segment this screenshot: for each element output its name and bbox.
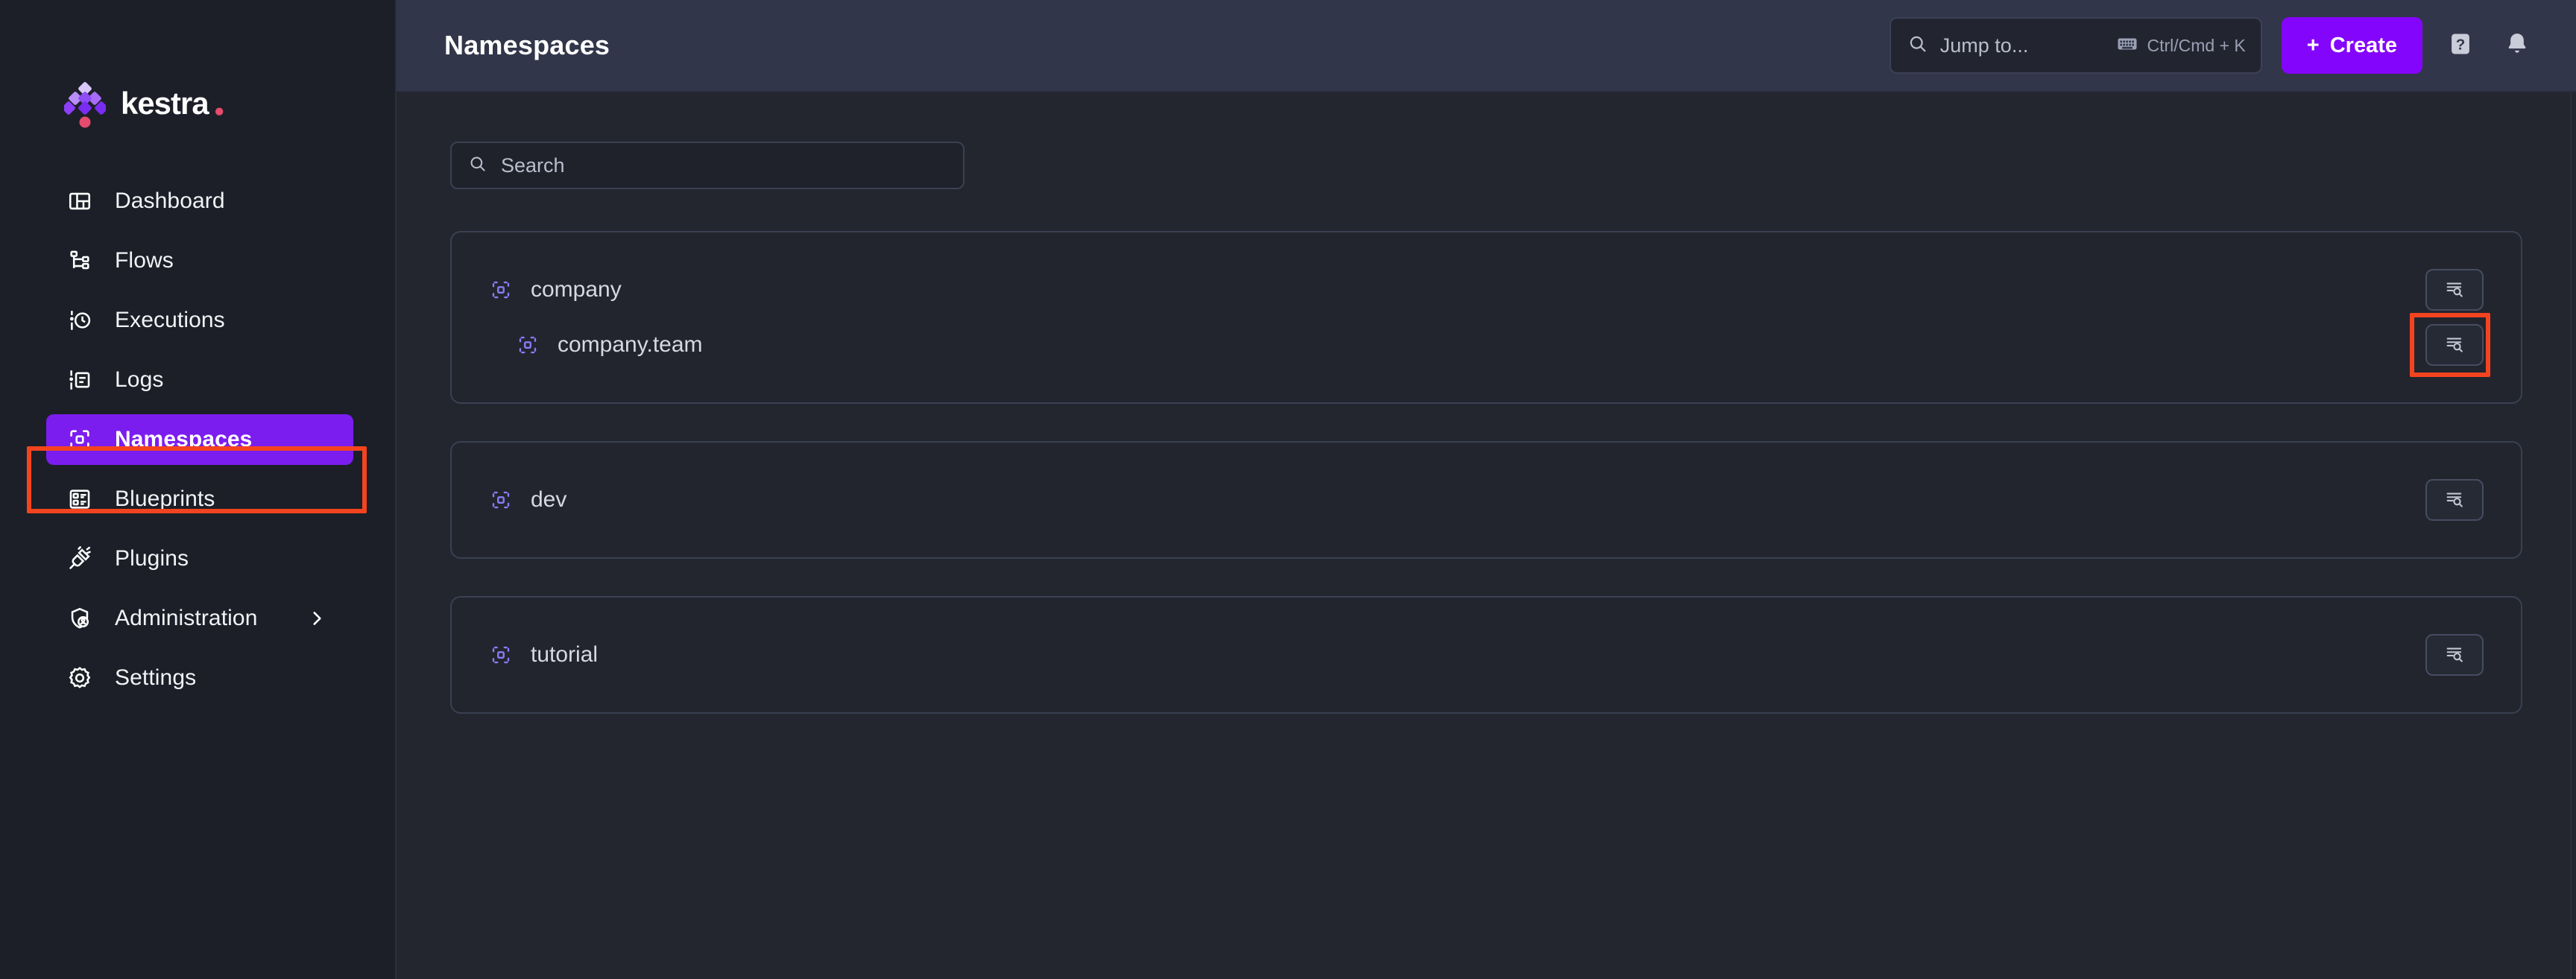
sidebar-item-blueprints[interactable]: Blueprints [46, 474, 353, 525]
sidebar: kestra Dashboard Flows Executions Logs N… [0, 0, 397, 979]
sidebar-item-namespaces[interactable]: Namespaces [46, 414, 353, 465]
kestra-diamond-logo-icon [62, 82, 108, 128]
namespaces-icon [64, 424, 95, 455]
namespace-icon [514, 332, 541, 358]
sidebar-nav: Dashboard Flows Executions Logs Namespac… [0, 171, 395, 708]
namespace-card: dev [450, 441, 2522, 559]
search-icon [468, 154, 487, 177]
plus-icon: + [2306, 33, 2320, 57]
executions-icon [64, 305, 95, 336]
list-search-icon [2444, 278, 2465, 302]
shortcut-hint: Ctrl/Cmd + K [2116, 33, 2246, 59]
sidebar-item-label: Flows [115, 248, 174, 273]
help-question-icon: ? [2446, 30, 2475, 62]
bell-icon [2503, 30, 2531, 62]
namespace-label: company [531, 277, 622, 302]
sidebar-item-label: Logs [115, 367, 164, 392]
namespace-row[interactable]: tutorial [452, 627, 2521, 682]
logs-icon [64, 364, 95, 396]
sidebar-item-label: Settings [115, 665, 197, 690]
notifications-button[interactable] [2498, 27, 2536, 64]
namespace-label: dev [531, 487, 567, 512]
header-actions: Jump to... Ctrl/Cmd + K + Create ? [1889, 17, 2536, 74]
sidebar-item-dashboard[interactable]: Dashboard [46, 176, 353, 226]
sidebar-item-administration[interactable]: Administration [46, 593, 353, 644]
top-header: Namespaces Jump to... Ctrl/Cmd + K + Cre… [397, 0, 2576, 92]
sidebar-item-plugins[interactable]: Plugins [46, 533, 353, 584]
flows-icon [64, 245, 95, 276]
sidebar-item-label: Administration [115, 606, 258, 630]
keyboard-icon [2116, 33, 2138, 59]
brand-wordmark: kestra [121, 86, 270, 122]
administration-icon [64, 603, 95, 634]
namespace-action-button[interactable] [2425, 479, 2484, 521]
namespace-row[interactable]: company [452, 262, 2521, 317]
namespace-row-left: dev [452, 487, 566, 513]
chevron-right-icon[interactable] [307, 609, 326, 628]
namespace-row-left: company [452, 276, 622, 303]
sidebar-item-executions[interactable]: Executions [46, 295, 353, 346]
list-search-icon [2444, 333, 2465, 358]
sidebar-item-label: Namespaces [115, 427, 253, 452]
sidebar-item-label: Dashboard [115, 188, 225, 213]
namespace-label: company.team [558, 332, 703, 357]
create-button[interactable]: + Create [2281, 17, 2422, 74]
sidebar-item-label: Plugins [115, 546, 189, 571]
namespace-card: tutorial [450, 596, 2522, 714]
search-placeholder: Search [501, 153, 565, 177]
namespace-icon [487, 276, 514, 303]
page-title: Namespaces [444, 30, 610, 60]
sidebar-item-label: Executions [115, 308, 225, 332]
namespace-action-button[interactable] [2425, 269, 2484, 311]
shortcut-label: Ctrl/Cmd + K [2147, 35, 2246, 55]
namespace-card: company company.team [450, 231, 2522, 404]
brand-logo[interactable]: kestra [0, 0, 395, 149]
blueprints-icon [64, 484, 95, 515]
jump-to-search[interactable]: Jump to... Ctrl/Cmd + K [1889, 17, 2262, 74]
namespace-label: tutorial [531, 642, 599, 667]
search-icon [1907, 34, 1928, 58]
plugins-icon [64, 543, 95, 574]
sidebar-item-settings[interactable]: Settings [46, 653, 353, 703]
create-button-label: Create [2329, 33, 2397, 57]
list-search-icon [2444, 488, 2465, 513]
namespace-action-button[interactable] [2425, 634, 2484, 676]
namespaces-content: Search company company.team dev tutorial [397, 92, 2576, 979]
namespace-row-left: tutorial [452, 641, 598, 668]
help-button[interactable]: ? [2442, 27, 2479, 64]
search-input[interactable]: Search [450, 142, 965, 189]
sidebar-item-logs[interactable]: Logs [46, 355, 353, 405]
dashboard-icon [64, 186, 95, 217]
namespace-icon [487, 641, 514, 668]
jump-to-placeholder: Jump to... [1939, 34, 2029, 57]
main-area: Namespaces Jump to... Ctrl/Cmd + K + Cre… [397, 0, 2576, 979]
list-search-icon [2444, 643, 2465, 668]
namespace-icon [487, 487, 514, 513]
scrollbar-track[interactable] [2570, 92, 2576, 979]
namespace-action-button[interactable] [2425, 324, 2484, 366]
sidebar-item-label: Blueprints [115, 487, 215, 511]
settings-gear-icon [64, 662, 95, 694]
svg-text:?: ? [2456, 36, 2466, 53]
sidebar-item-flows[interactable]: Flows [46, 235, 353, 286]
namespace-row[interactable]: company.team [452, 317, 2521, 373]
namespace-row[interactable]: dev [452, 472, 2521, 527]
app-root: kestra Dashboard Flows Executions Logs N… [0, 0, 2576, 979]
namespace-row-left: company.team [479, 332, 703, 358]
svg-text:kestra: kestra [121, 88, 209, 121]
